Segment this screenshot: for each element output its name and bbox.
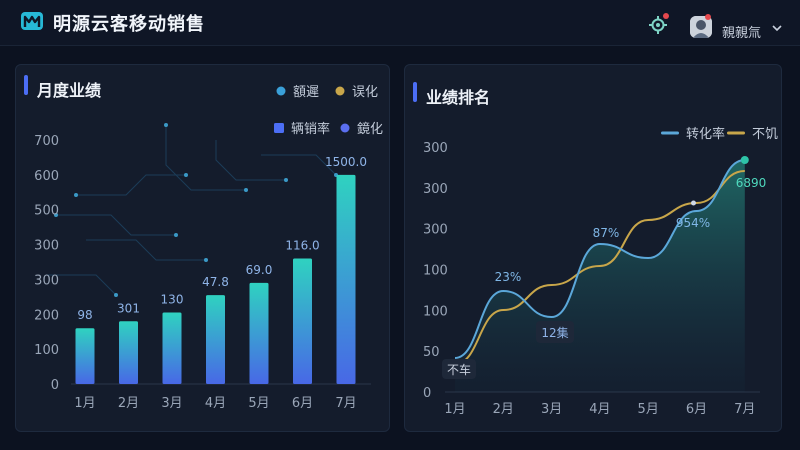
x-tick-label: 1月 xyxy=(444,402,465,417)
bar xyxy=(162,312,182,384)
avatar-badge xyxy=(705,14,711,20)
x-tick-label: 6月 xyxy=(686,402,707,417)
y-tick-label: 100 xyxy=(34,343,59,358)
user-name[interactable]: 親親氚 xyxy=(722,22,761,41)
bar-value-label: 1500.0 xyxy=(325,155,367,169)
y-tick-label: 300 xyxy=(423,223,448,238)
y-tick-label: 500 xyxy=(34,204,59,219)
x-tick-label: 7月 xyxy=(335,396,356,411)
y-tick-label: 300 xyxy=(34,239,59,254)
annotation-label: 23% xyxy=(495,270,522,284)
y-tick-label: 0 xyxy=(51,378,59,393)
bar-value-label: 47.8 xyxy=(202,275,229,289)
chevron-down-icon[interactable] xyxy=(772,24,782,32)
bar-value-label: 130 xyxy=(161,293,184,307)
bar xyxy=(206,295,225,384)
annotation-label: 954% xyxy=(676,216,710,230)
x-tick-label: 5月 xyxy=(638,402,659,417)
x-tick-label: 1月 xyxy=(74,396,95,411)
point-marker xyxy=(691,200,696,206)
annotation-label: 87% xyxy=(593,226,620,240)
bar-value-label: 116.0 xyxy=(285,239,319,253)
app-logo-icon xyxy=(21,12,43,30)
y-tick-label: 300 xyxy=(423,141,448,156)
y-tick-label: 50 xyxy=(423,345,440,360)
bar-value-label: 98 xyxy=(77,308,92,322)
y-tick-label: 600 xyxy=(34,169,59,184)
y-tick-label: 100 xyxy=(423,264,448,279)
end-point-marker xyxy=(740,156,749,164)
y-tick-label: 200 xyxy=(34,308,59,323)
x-tick-label: 4月 xyxy=(205,396,226,411)
notification-dot xyxy=(663,13,669,19)
bar xyxy=(293,258,312,384)
x-tick-label: 2月 xyxy=(118,396,139,411)
x-tick-label: 6月 xyxy=(292,396,313,411)
app-title: 明源云客移动销售 xyxy=(53,14,205,35)
annotation-label: 12集 xyxy=(541,325,568,340)
annotation-label: 不车 xyxy=(447,362,471,377)
x-tick-label: 2月 xyxy=(493,402,514,417)
x-tick-label: 7月 xyxy=(734,402,755,417)
bar xyxy=(249,282,269,384)
x-tick-label: 3月 xyxy=(161,396,182,411)
bar xyxy=(336,174,356,384)
bar xyxy=(75,328,95,384)
top-bar: 明源云客移动销售 親親氚 xyxy=(0,0,800,46)
y-tick-label: 300 xyxy=(423,182,448,197)
x-tick-label: 4月 xyxy=(589,402,610,417)
bar-value-label: 301 xyxy=(117,301,140,315)
y-tick-label: 100 xyxy=(423,304,448,319)
annotation-label: 6890 xyxy=(736,176,767,190)
bar xyxy=(119,321,138,384)
y-tick-label: 0 xyxy=(423,386,431,401)
bar-value-label: 69.0 xyxy=(246,263,273,277)
bar-chart: 0 100 200 300 300 500 600 700 98 1月 301 2月 130 3月 47.8… xyxy=(34,134,371,411)
line-chart: 0 50 100 100 300 300 300 1月 2月 3月 4月 5月 6月 7月 不车 23% 12集… xyxy=(423,141,767,417)
y-tick-label: 700 xyxy=(34,134,59,149)
x-tick-label: 5月 xyxy=(248,396,269,411)
x-tick-label: 3月 xyxy=(541,402,562,417)
y-tick-label: 300 xyxy=(34,273,59,288)
performance-ranking-panel: 业绩排名 转化率 不饥 0 50 100 100 300 300 300 1月 2月 3月 4月 5月… xyxy=(404,64,782,432)
monthly-performance-panel: 月度业绩 額遲 误化 辆销率 鏡化 0 100 200 300 300 500 600 700… xyxy=(15,64,390,432)
